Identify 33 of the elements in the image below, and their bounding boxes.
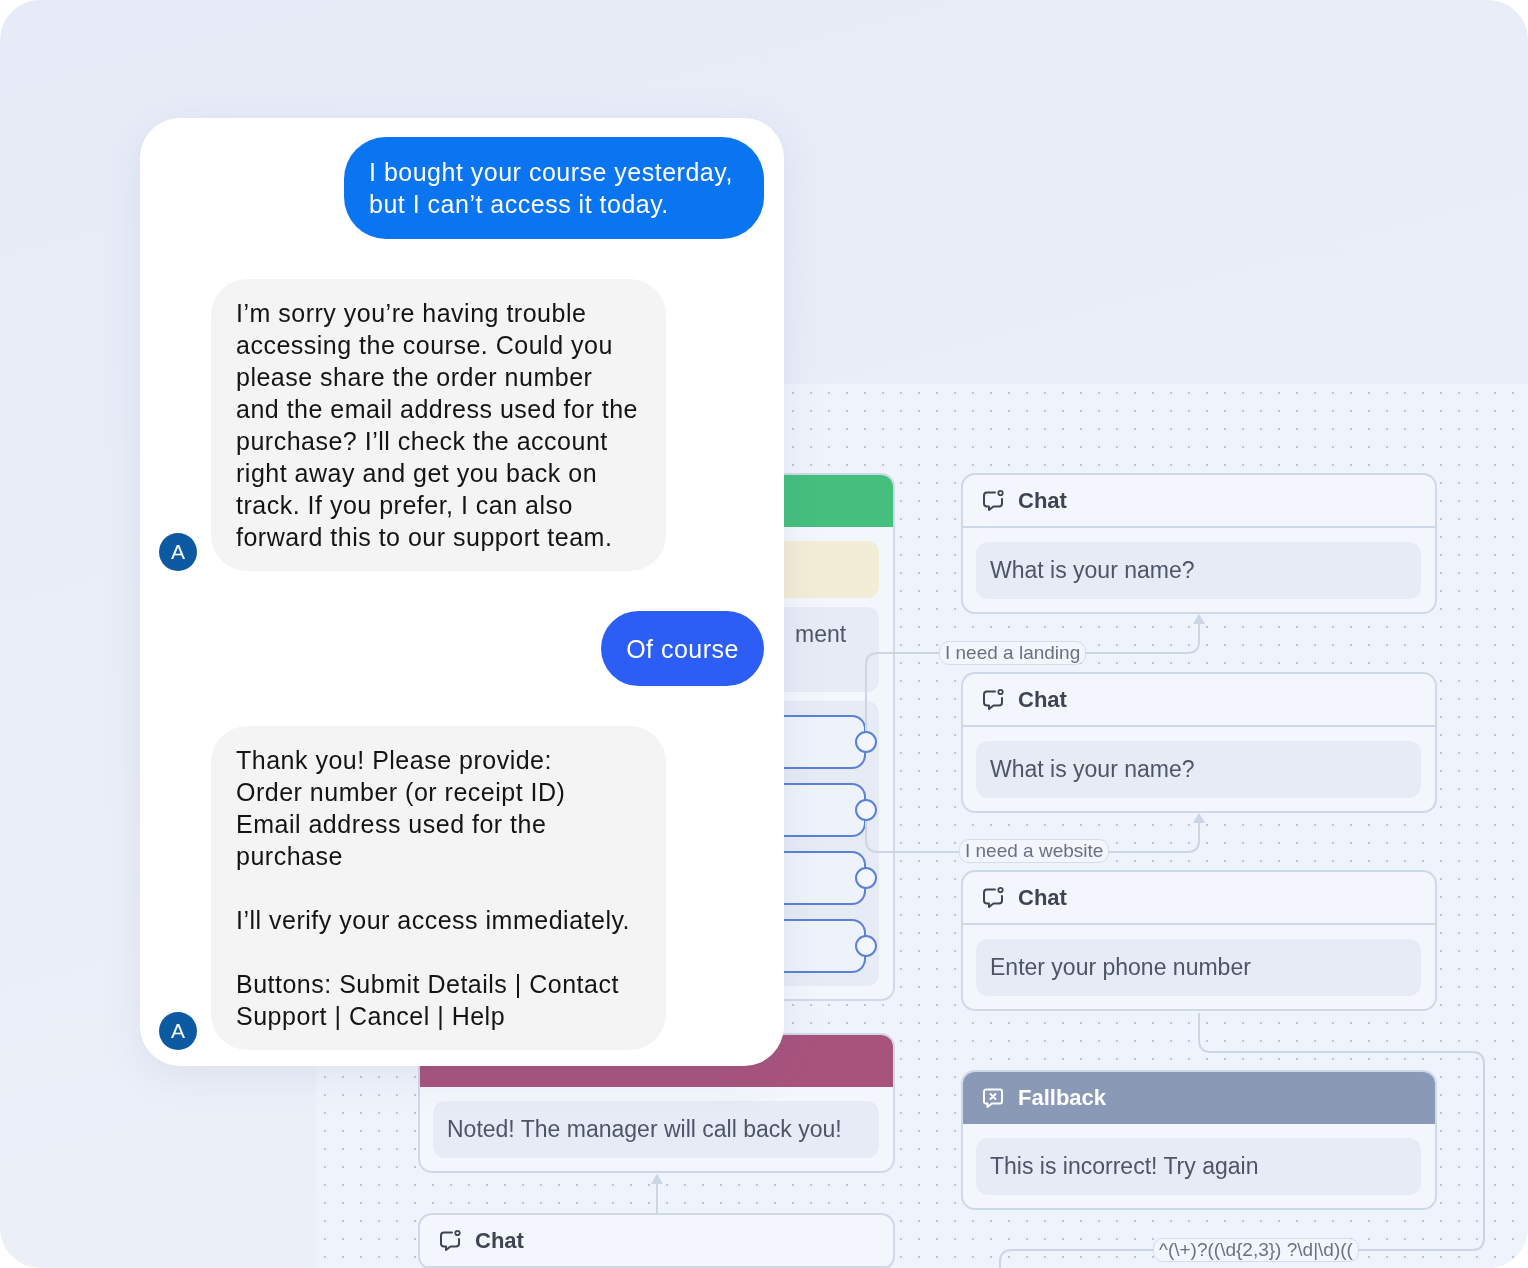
option-pill[interactable] xyxy=(784,783,866,837)
node-title: Fallback xyxy=(1018,1085,1107,1111)
node-message: What is your name? xyxy=(976,741,1421,798)
node-title: Chat xyxy=(475,1227,524,1254)
option-pill[interactable] xyxy=(784,919,866,973)
ring-icon[interactable] xyxy=(855,731,877,753)
bot-message: I’m sorry you’re having trouble accessing the course. Could you please share the order number and the email address used for the purchase? I’ll check the account right away and get you back on track. If you prefer, I can also forward this to our support team. xyxy=(211,279,666,571)
node-message: Enter your phone number xyxy=(976,939,1421,996)
node-message: Noted! The manager will call back you! xyxy=(433,1101,879,1158)
condition-label: I need a landing xyxy=(939,641,1087,665)
node-message: ment xyxy=(784,607,879,692)
user-message: I bought your course yesterday, but I can’t access it today. xyxy=(344,137,764,239)
option-pill[interactable] xyxy=(784,715,866,769)
message-x-icon xyxy=(981,1086,1005,1110)
node-title: Chat xyxy=(1018,884,1067,911)
avatar: A xyxy=(159,1012,197,1050)
condition-label: ^(\+)?((\d{2,3}) ?\d|\d)(( xyxy=(1153,1238,1359,1262)
user-message: Of course xyxy=(601,611,764,686)
bot-message: Thank you! Please provide: Order number (or receipt ID) Email address used for the purchase I’ll verify your access immediately. Buttons: Submit Details | Contact Support | Cancel | Help xyxy=(211,726,666,1050)
chat-bubble-icon xyxy=(981,885,1005,910)
condition-label: I need a website xyxy=(959,839,1110,863)
node-title: Chat xyxy=(1018,487,1067,514)
chat-bubble-icon xyxy=(981,488,1005,513)
ring-icon[interactable] xyxy=(855,867,877,889)
ring-icon[interactable] xyxy=(855,935,877,957)
node-title: Chat xyxy=(1018,686,1067,713)
avatar: A xyxy=(159,533,197,571)
chat-bubble-icon xyxy=(438,1228,462,1253)
node-message: This is incorrect! Try again xyxy=(976,1138,1421,1195)
node-message: What is your name? xyxy=(976,542,1421,599)
option-pill[interactable] xyxy=(784,851,866,905)
chat-bubble-icon xyxy=(981,687,1005,712)
ring-icon[interactable] xyxy=(855,799,877,821)
